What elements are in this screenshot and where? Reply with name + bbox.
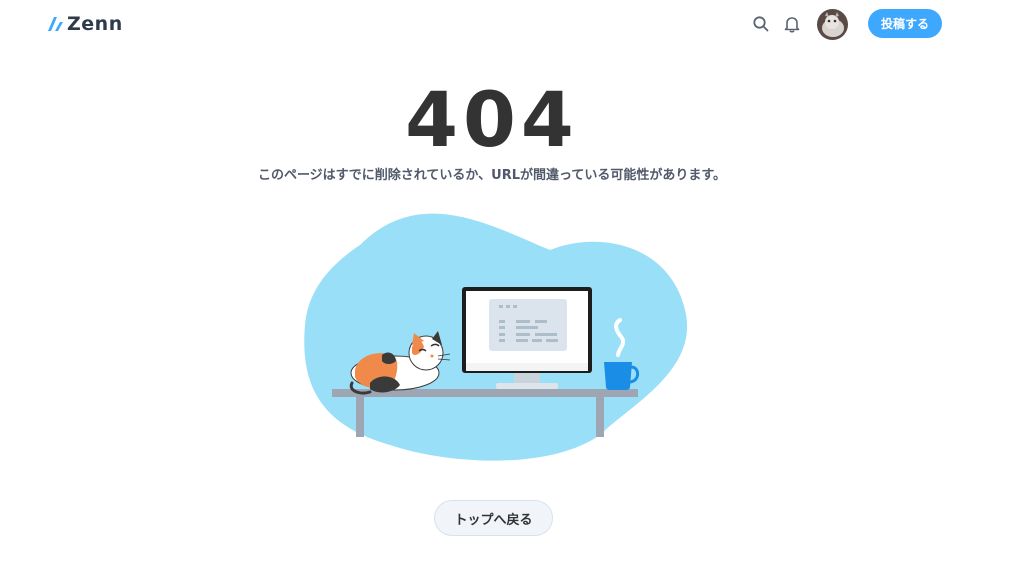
avatar-image bbox=[817, 9, 848, 40]
site-header: Zenn 投稿する bbox=[0, 0, 1012, 48]
monitor-base bbox=[496, 383, 558, 389]
zenn-logo[interactable]: Zenn bbox=[47, 13, 123, 35]
desk-leg-left bbox=[356, 397, 364, 437]
bell-icon[interactable] bbox=[783, 15, 801, 33]
illustration-cat-desk bbox=[304, 213, 688, 461]
post-button[interactable]: 投稿する bbox=[868, 9, 942, 38]
desk-leg-right bbox=[596, 397, 604, 437]
error-code: 404 bbox=[405, 75, 579, 164]
cup bbox=[604, 362, 632, 390]
user-avatar[interactable] bbox=[817, 9, 848, 40]
logo-text: Zenn bbox=[67, 13, 123, 35]
back-to-top-button[interactable]: トップへ戻る bbox=[434, 500, 553, 536]
error-message: このページはすでに削除されているか、URLが間違っている可能性があります。 bbox=[257, 168, 727, 183]
monitor-chin bbox=[466, 363, 588, 371]
search-icon[interactable] bbox=[752, 15, 770, 33]
zenn-logo-mark-icon bbox=[48, 17, 63, 31]
